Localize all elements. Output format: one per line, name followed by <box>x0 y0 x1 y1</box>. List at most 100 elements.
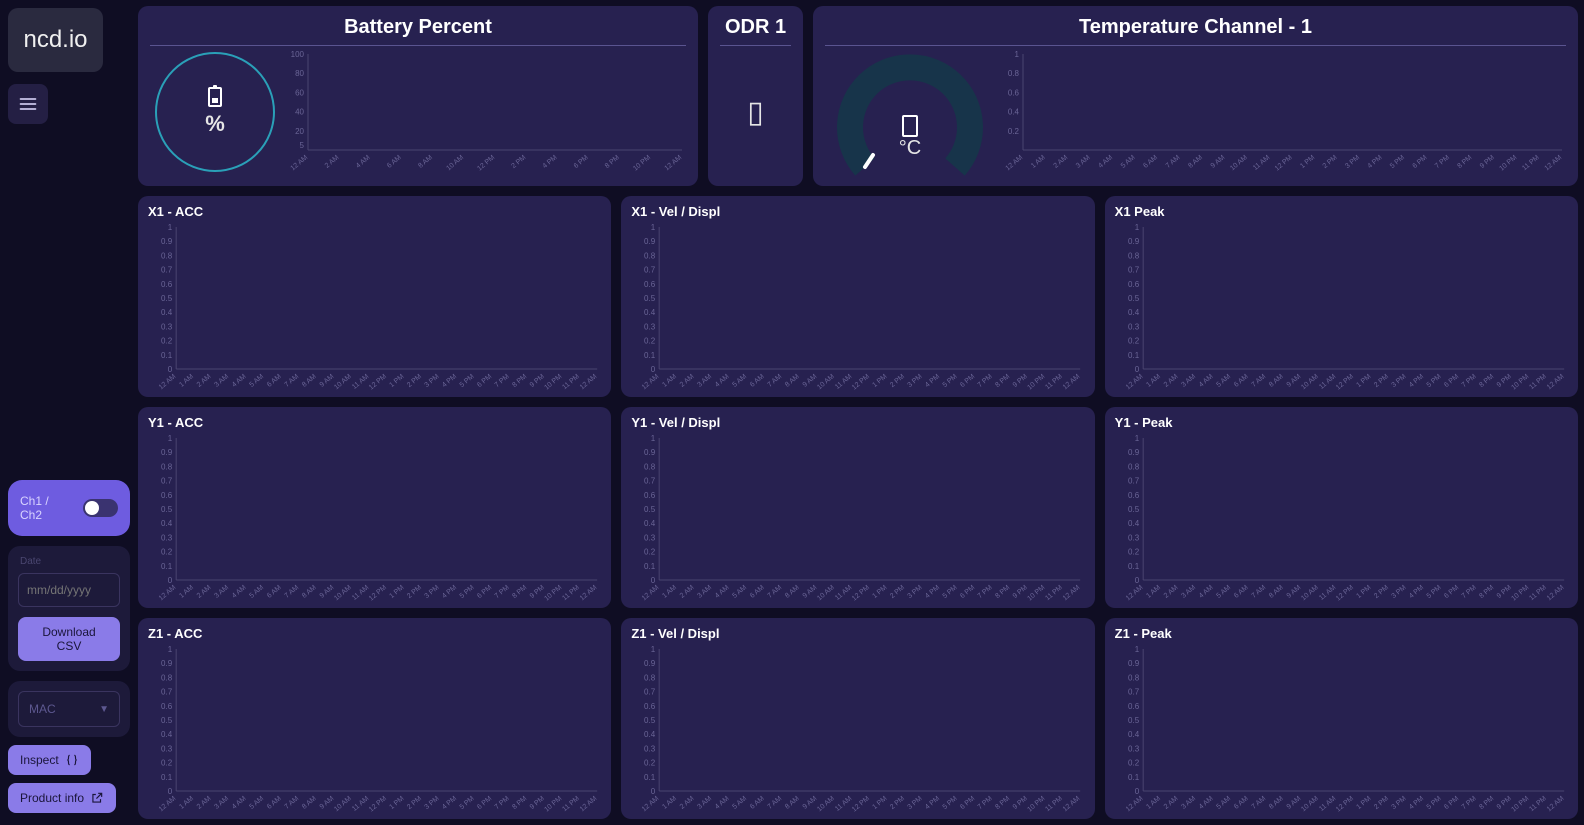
svg-text:0.2: 0.2 <box>1128 759 1140 768</box>
svg-text:12 PM: 12 PM <box>368 795 388 813</box>
svg-text:6 PM: 6 PM <box>573 154 590 170</box>
svg-text:2 PM: 2 PM <box>406 795 423 811</box>
svg-text:7 PM: 7 PM <box>977 373 994 389</box>
svg-text:5 AM: 5 AM <box>1215 795 1232 811</box>
svg-text:7 AM: 7 AM <box>767 373 784 389</box>
channel-switch[interactable] <box>83 499 118 517</box>
svg-text:0.5: 0.5 <box>644 716 656 725</box>
panel-chart: 00.10.20.30.40.50.60.70.80.9112 AM1 AM2 … <box>631 223 1084 393</box>
svg-text:0.6: 0.6 <box>161 702 173 711</box>
svg-text:0.6: 0.6 <box>644 280 656 289</box>
svg-text:8 AM: 8 AM <box>784 584 801 600</box>
date-input[interactable] <box>18 573 120 607</box>
svg-text:10 AM: 10 AM <box>333 795 353 813</box>
svg-text:0.2: 0.2 <box>161 337 173 346</box>
svg-text:0.5: 0.5 <box>644 294 656 303</box>
svg-text:1 PM: 1 PM <box>1355 795 1372 811</box>
svg-text:10 PM: 10 PM <box>1510 373 1530 391</box>
svg-text:10 AM: 10 AM <box>816 584 836 602</box>
svg-text:0.1: 0.1 <box>161 562 173 571</box>
svg-text:7 AM: 7 AM <box>284 795 301 811</box>
download-csv-button[interactable]: Download CSV <box>18 617 120 661</box>
svg-text:6 AM: 6 AM <box>1233 795 1250 811</box>
svg-text:8 PM: 8 PM <box>604 154 621 170</box>
svg-text:12 PM: 12 PM <box>476 154 496 172</box>
svg-text:0.1: 0.1 <box>161 351 173 360</box>
svg-text:6 PM: 6 PM <box>1443 373 1460 389</box>
product-info-label: Product info <box>20 791 84 805</box>
svg-text:5 AM: 5 AM <box>248 373 265 389</box>
svg-text:0.8: 0.8 <box>1128 251 1140 260</box>
svg-text:7 AM: 7 AM <box>767 795 784 811</box>
svg-text:8 PM: 8 PM <box>1456 154 1473 170</box>
svg-text:10 AM: 10 AM <box>1300 795 1320 813</box>
svg-text:0.9: 0.9 <box>1128 237 1140 246</box>
svg-text:2 PM: 2 PM <box>1373 795 1390 811</box>
menu-toggle-button[interactable] <box>8 84 48 124</box>
svg-text:12 AM: 12 AM <box>641 795 661 813</box>
svg-text:0.9: 0.9 <box>644 448 656 457</box>
product-info-button[interactable]: Product info <box>8 783 116 813</box>
svg-text:0.9: 0.9 <box>1128 448 1140 457</box>
svg-text:2 AM: 2 AM <box>679 373 696 389</box>
svg-text:0.4: 0.4 <box>1128 519 1140 528</box>
external-link-icon <box>90 791 104 805</box>
svg-text:12 AM: 12 AM <box>1062 584 1082 602</box>
svg-text:7 PM: 7 PM <box>1460 795 1477 811</box>
svg-text:1 AM: 1 AM <box>178 584 195 600</box>
svg-text:6 AM: 6 AM <box>1233 584 1250 600</box>
panel-chart: 00.10.20.30.40.50.60.70.80.9112 AM1 AM2 … <box>148 223 601 393</box>
svg-text:11 PM: 11 PM <box>561 584 581 602</box>
svg-text:4 PM: 4 PM <box>542 154 559 170</box>
svg-text:1 PM: 1 PM <box>388 795 405 811</box>
svg-text:6 AM: 6 AM <box>266 795 283 811</box>
svg-text:4 AM: 4 AM <box>1198 795 1215 811</box>
mac-select[interactable]: MAC ▼ <box>18 691 120 727</box>
svg-text:12 AM: 12 AM <box>1545 373 1565 391</box>
svg-text:2 PM: 2 PM <box>510 154 527 170</box>
battery-title: Battery Percent <box>150 16 686 46</box>
panel-z1-vel-displ: Z1 - Vel / Displ00.10.20.30.40.50.60.70.… <box>621 618 1094 819</box>
svg-text:12 AM: 12 AM <box>641 584 661 602</box>
svg-text:6 AM: 6 AM <box>266 373 283 389</box>
svg-text:3 AM: 3 AM <box>1180 584 1197 600</box>
panel-chart: 00.10.20.30.40.50.60.70.80.9112 AM1 AM2 … <box>148 434 601 604</box>
svg-text:11 PM: 11 PM <box>1528 373 1548 391</box>
svg-text:0.9: 0.9 <box>644 659 656 668</box>
svg-text:0.5: 0.5 <box>644 505 656 514</box>
svg-text:2 PM: 2 PM <box>1373 373 1390 389</box>
svg-text:0.3: 0.3 <box>644 322 656 331</box>
battery-icon <box>208 87 222 107</box>
svg-text:11 PM: 11 PM <box>1528 584 1548 602</box>
svg-text:11 PM: 11 PM <box>1045 373 1065 391</box>
svg-text:8 PM: 8 PM <box>995 795 1012 811</box>
svg-text:10 PM: 10 PM <box>1510 584 1530 602</box>
inspect-button[interactable]: Inspect <box>8 745 91 775</box>
svg-text:0.2: 0.2 <box>644 759 656 768</box>
svg-text:0.4: 0.4 <box>644 308 656 317</box>
svg-text:12 AM: 12 AM <box>158 795 178 813</box>
svg-text:6 PM: 6 PM <box>960 795 977 811</box>
svg-text:12 AM: 12 AM <box>641 373 661 391</box>
svg-text:11 PM: 11 PM <box>1045 795 1065 813</box>
svg-text:6 PM: 6 PM <box>1412 154 1429 170</box>
svg-text:0.3: 0.3 <box>644 533 656 542</box>
svg-text:5 PM: 5 PM <box>459 373 476 389</box>
svg-text:1 AM: 1 AM <box>662 373 679 389</box>
panel-title: Z1 - ACC <box>148 626 601 641</box>
svg-text:0.4: 0.4 <box>161 308 173 317</box>
svg-text:4 PM: 4 PM <box>1367 154 1384 170</box>
svg-text:6 AM: 6 AM <box>749 584 766 600</box>
svg-text:4 PM: 4 PM <box>1408 795 1425 811</box>
battery-chart: 52040608010012 AM2 AM4 AM6 AM8 AM10 AM12… <box>280 50 686 174</box>
svg-text:0.3: 0.3 <box>161 533 173 542</box>
svg-text:0.7: 0.7 <box>161 266 173 275</box>
svg-text:12 PM: 12 PM <box>1335 584 1355 602</box>
svg-text:5 PM: 5 PM <box>1425 584 1442 600</box>
svg-text:0: 0 <box>651 365 656 374</box>
svg-text:10 PM: 10 PM <box>543 373 563 391</box>
svg-text:8 PM: 8 PM <box>1478 373 1495 389</box>
svg-text:12 PM: 12 PM <box>368 373 388 391</box>
svg-text:5: 5 <box>300 141 305 150</box>
svg-text:0.7: 0.7 <box>644 688 656 697</box>
